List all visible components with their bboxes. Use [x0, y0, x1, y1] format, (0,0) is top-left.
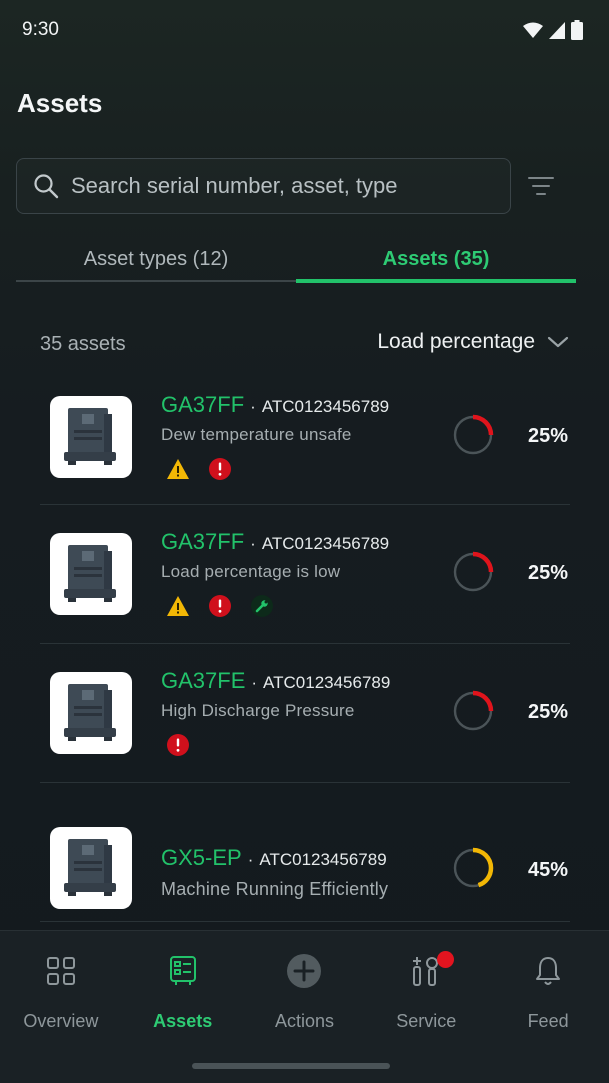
- sort-label: Load percentage: [377, 330, 535, 353]
- nav-feed[interactable]: Feed: [487, 931, 609, 1083]
- search-icon: [34, 174, 59, 199]
- error-icon: [166, 733, 190, 757]
- asset-thumbnail: [50, 533, 132, 615]
- tab-assets[interactable]: Assets (35): [296, 236, 576, 283]
- asset-badges: [166, 457, 232, 481]
- load-ring: [452, 551, 494, 593]
- asset-model: GA37FF: [161, 529, 245, 554]
- bell-icon: [530, 953, 566, 989]
- asset-status: High Discharge Pressure: [161, 701, 355, 720]
- nav-overview[interactable]: Overview: [0, 931, 122, 1083]
- battery-icon: [571, 20, 583, 40]
- asset-title: GA37FF · ATC0123456789: [161, 529, 389, 555]
- asset-thumbnail: [50, 827, 132, 909]
- bottom-navigation: Overview Assets Actions Service Feed: [0, 930, 609, 1083]
- asset-row[interactable]: GA37FF · ATC0123456789 Load percentage is l…: [40, 505, 570, 644]
- asset-serial: ATC0123456789: [261, 397, 390, 416]
- load-ring: [452, 847, 494, 889]
- nav-label: Assets: [153, 1011, 213, 1031]
- search-field[interactable]: [16, 158, 511, 214]
- cellular-signal-icon: [549, 21, 565, 39]
- asset-separator: ·: [250, 397, 256, 416]
- nav-assets[interactable]: Assets: [122, 931, 244, 1083]
- asset-title: GX5-EP · ATC0123456789: [161, 845, 387, 871]
- page-title: Assets: [17, 88, 103, 118]
- nav-label: Service: [396, 1011, 457, 1031]
- nav-label: Actions: [274, 1011, 334, 1031]
- warning-icon: [166, 594, 190, 618]
- home-indicator[interactable]: [192, 1063, 390, 1069]
- asset-tabs: Asset types (12) Assets (35): [16, 236, 576, 283]
- filter-icon: [528, 177, 554, 195]
- status-icons: [523, 20, 583, 40]
- status-bar: 9:30: [0, 0, 609, 60]
- asset-serial: ATC0123456789: [259, 850, 387, 869]
- asset-model: GX5-EP: [161, 845, 242, 870]
- asset-badges: [166, 733, 190, 757]
- asset-count: 35 assets: [40, 333, 126, 355]
- asset-thumbnail: [50, 672, 132, 754]
- asset-row[interactable]: GA37FF · ATC0123456789 Dew temperature unsa…: [40, 368, 570, 505]
- nav-service[interactable]: Service: [365, 931, 487, 1083]
- error-icon: [208, 457, 232, 481]
- asset-row[interactable]: GX5-EP · ATC0123456789 Machine Running Effi…: [40, 783, 570, 922]
- wifi-icon: [523, 22, 543, 38]
- notification-dot: [437, 951, 455, 968]
- asset-row[interactable]: GA37FE · ATC0123456789 High Discharge Press…: [40, 644, 570, 783]
- asset-list: GA37FF · ATC0123456789 Dew temperature unsa…: [40, 368, 570, 922]
- asset-separator: ·: [250, 534, 256, 553]
- asset-model: GA37FE: [161, 668, 246, 693]
- nav-label: Overview: [23, 1011, 99, 1031]
- load-percent: 25%: [527, 701, 568, 723]
- asset-title: GA37FF · ATC0123456789: [161, 392, 389, 418]
- load-ring: [452, 414, 494, 456]
- error-icon: [208, 594, 232, 618]
- assets-icon: [165, 953, 201, 989]
- load-percent: 25%: [527, 562, 568, 584]
- asset-separator: ·: [251, 673, 258, 692]
- tab-asset-types[interactable]: Asset types (12): [16, 236, 296, 282]
- sort-dropdown[interactable]: Load percentage: [377, 330, 569, 354]
- asset-status: Load percentage is low: [161, 562, 341, 581]
- asset-status: Dew temperature unsafe: [161, 425, 352, 444]
- asset-serial: ATC0123456789: [263, 673, 391, 692]
- warning-icon: [166, 457, 190, 481]
- nav-label: Feed: [527, 1011, 569, 1031]
- plus-circle-icon: [286, 953, 322, 989]
- asset-title: GA37FE · ATC0123456789: [161, 668, 390, 694]
- load-ring: [452, 690, 494, 732]
- grid-icon: [43, 953, 79, 989]
- asset-thumbnail: [50, 396, 132, 478]
- asset-badges: [166, 594, 274, 618]
- load-percent: 45%: [527, 859, 568, 881]
- status-time: 9:30: [22, 19, 59, 40]
- asset-model: GA37FF: [161, 392, 245, 417]
- load-percent: 25%: [527, 425, 568, 447]
- nav-actions[interactable]: Actions: [244, 931, 366, 1083]
- filter-button[interactable]: [526, 172, 556, 200]
- search-input[interactable]: [59, 159, 510, 213]
- wrench-icon: [250, 594, 274, 618]
- asset-separator: ·: [247, 850, 254, 869]
- chevron-down-icon: [547, 336, 569, 348]
- assets-screen: 9:30 Assets Asset types (12) Assets (35)…: [0, 0, 609, 1083]
- asset-status: Machine Running Efficiently: [161, 879, 389, 899]
- asset-serial: ATC0123456789: [261, 534, 390, 553]
